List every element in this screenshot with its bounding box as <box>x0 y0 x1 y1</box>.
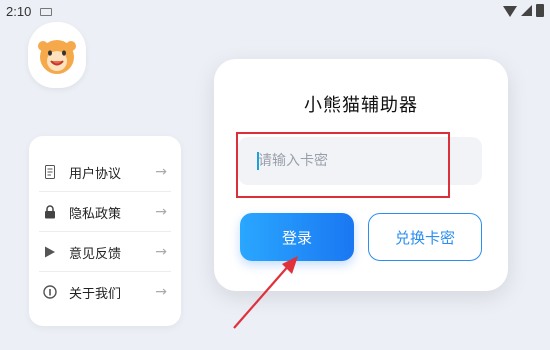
menu-item-label: 意见反馈 <box>69 246 122 262</box>
app-title: 小熊猫辅助器 <box>304 95 418 116</box>
arrow-right-icon: → <box>155 164 167 180</box>
menu-item-label: 隐私政策 <box>69 206 122 222</box>
menu-card: 用户协议 → 隐私政策 → 意见反馈 → 关于我们 → <box>29 136 181 326</box>
menu-item-about-us[interactable]: 关于我们 → <box>39 272 171 312</box>
lock-icon <box>43 205 57 219</box>
menu-item-privacy-policy[interactable]: 隐私政策 → <box>39 192 171 232</box>
document-icon <box>43 165 57 179</box>
menu-item-label: 用户协议 <box>69 166 122 182</box>
wifi-icon <box>503 6 517 17</box>
signal-icon <box>521 5 532 16</box>
redeem-key-button[interactable]: 兑换卡密 <box>368 213 482 261</box>
status-time: 2:10 <box>6 4 32 19</box>
menu-item-user-agreement[interactable]: 用户协议 → <box>39 152 171 192</box>
arrow-right-icon: → <box>155 244 167 260</box>
notification-icon <box>40 8 52 16</box>
text-caret <box>257 152 259 170</box>
play-icon <box>43 245 57 259</box>
avatar[interactable] <box>28 22 86 88</box>
info-icon <box>43 285 57 299</box>
annotation-arrow-icon <box>233 256 298 329</box>
battery-icon <box>536 4 544 17</box>
arrow-right-icon: → <box>155 284 167 300</box>
status-icons <box>503 4 544 17</box>
avatar-face-icon <box>38 40 76 74</box>
menu-item-label: 关于我们 <box>69 286 122 302</box>
status-bar: 2:10 <box>0 0 550 24</box>
key-input-container <box>238 137 482 185</box>
menu-item-feedback[interactable]: 意见反馈 → <box>39 232 171 272</box>
arrow-right-icon: → <box>155 204 167 220</box>
key-input[interactable] <box>238 137 482 185</box>
